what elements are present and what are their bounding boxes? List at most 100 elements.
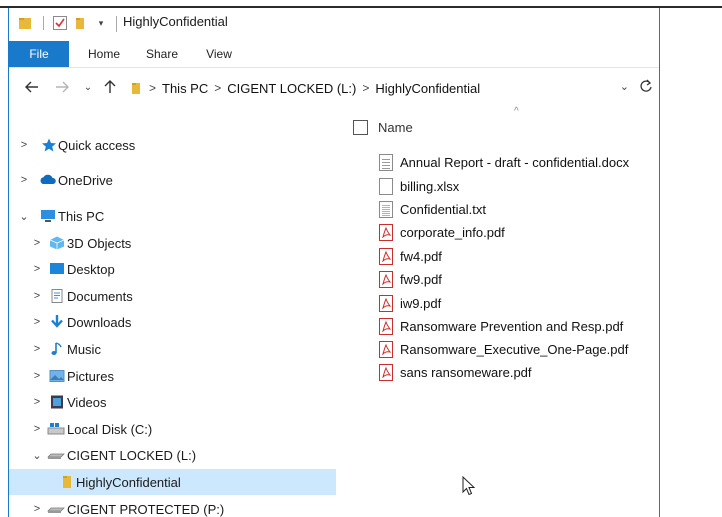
download-icon [49, 315, 65, 329]
address-bar[interactable]: > This PC > CIGENT LOCKED (L:) > HighlyC… [129, 76, 657, 100]
refresh-icon[interactable] [639, 78, 653, 97]
file-name: Confidential.txt [400, 201, 486, 217]
tab-file[interactable]: File [9, 41, 69, 67]
chevron-right-icon[interactable]: > [31, 290, 43, 302]
file-name: iw9.pdf [400, 295, 442, 311]
file-row[interactable]: Annual Report - draft - confidential.doc… [379, 151, 629, 173]
file-row[interactable]: billing.xlsx [379, 175, 459, 197]
pdf-file-icon [379, 270, 393, 288]
star-icon [41, 138, 57, 152]
pdf-file-icon [379, 340, 393, 358]
sidebar-item-label: Videos [67, 394, 107, 410]
properties-checkmark-icon[interactable] [53, 15, 67, 31]
breadcrumb-this-pc[interactable]: This PC [162, 81, 208, 96]
tab-view[interactable]: View [197, 41, 241, 67]
chevron-down-icon[interactable]: ⌄ [31, 449, 43, 462]
sidebar-item-label: Quick access [58, 137, 136, 153]
recent-dropdown-icon[interactable]: ⌄ [81, 77, 95, 97]
file-row[interactable]: corporate_info.pdf [379, 221, 505, 243]
window-title: HighlyConfidential [123, 14, 228, 29]
sidebar-item-cigent-protected[interactable]: > CIGENT PROTECTED (P:) [9, 496, 336, 517]
sidebar-item-downloads[interactable]: > Downloads [9, 309, 336, 335]
chevron-right-icon[interactable]: > [31, 503, 43, 515]
chevron-right-icon[interactable]: > [31, 423, 43, 435]
chevron-right-icon: > [214, 81, 222, 95]
file-row[interactable]: fw9.pdf [379, 268, 442, 290]
file-name: Ransomware Prevention and Resp.pdf [400, 318, 624, 334]
desktop-icon [49, 262, 65, 276]
chevron-right-icon[interactable]: > [31, 343, 43, 355]
chevron-right-icon[interactable]: > [18, 174, 30, 186]
chevron-down-icon[interactable]: ⌄ [18, 210, 30, 223]
file-name: fw4.pdf [400, 248, 442, 264]
sidebar-item-local-disk[interactable]: > Local Disk (C:) [9, 416, 336, 442]
sidebar-item-desktop[interactable]: > Desktop [9, 256, 336, 282]
sidebar-item-highlyconfidential[interactable]: HighlyConfidential [9, 469, 336, 495]
sidebar-item-this-pc[interactable]: ⌄ This PC [9, 203, 336, 229]
file-row[interactable]: fw4.pdf [379, 245, 442, 267]
chevron-right-icon[interactable]: > [31, 263, 43, 275]
sort-ascending-icon: ^ [514, 106, 519, 117]
forward-arrow-icon[interactable] [53, 77, 71, 97]
video-icon [49, 395, 65, 409]
music-note-icon [49, 342, 65, 356]
file-list: ^ Name Annual Report - draft - confident… [339, 104, 659, 517]
pdf-file-icon [379, 317, 393, 335]
new-folder-icon[interactable] [73, 15, 87, 31]
folder-icon [59, 475, 75, 489]
breadcrumb-folder[interactable]: HighlyConfidential [375, 81, 480, 96]
computer-icon [39, 209, 55, 223]
mouse-cursor-icon [462, 475, 476, 501]
file-row[interactable]: Ransomware_Executive_One-Page.pdf [379, 338, 628, 360]
sidebar-item-label: Desktop [67, 261, 115, 277]
chevron-right-icon[interactable]: > [18, 139, 30, 151]
sidebar-item-label: CIGENT PROTECTED (P:) [67, 501, 225, 517]
tab-home[interactable]: Home [81, 41, 127, 67]
file-explorer-window: ▾ HighlyConfidential File Home Share Vie… [8, 8, 660, 517]
sidebar-item-label: Local Disk (C:) [67, 421, 153, 437]
tab-share[interactable]: Share [139, 41, 185, 67]
sidebar-item-cigent-locked[interactable]: ⌄ CIGENT LOCKED (L:) [9, 442, 336, 468]
sidebar-item-3d-objects[interactable]: > 3D Objects [9, 230, 336, 256]
navigation-pane: > Quick access > OneDrive ⌄ This PC > 3D… [9, 116, 336, 517]
folder-icon [18, 15, 32, 31]
sidebar-item-label: This PC [58, 208, 105, 224]
customize-dropdown-icon[interactable]: ▾ [95, 15, 107, 31]
sidebar-item-quick-access[interactable]: > Quick access [9, 132, 336, 158]
chevron-right-icon[interactable]: > [31, 316, 43, 328]
sidebar-item-pictures[interactable]: > Pictures [9, 363, 336, 389]
title-divider [116, 16, 117, 32]
blank-file-icon [379, 177, 393, 195]
file-name: Annual Report - draft - confidential.doc… [400, 154, 630, 170]
file-row[interactable]: Confidential.txt [379, 198, 486, 220]
file-row[interactable]: Ransomware Prevention and Resp.pdf [379, 315, 623, 337]
up-arrow-icon[interactable] [101, 77, 119, 97]
sidebar-item-videos[interactable]: > Videos [9, 389, 336, 415]
back-arrow-icon[interactable] [23, 77, 41, 97]
document-file-icon [379, 153, 393, 171]
chevron-right-icon[interactable]: > [31, 237, 43, 249]
sidebar-item-label: CIGENT LOCKED (L:) [67, 447, 197, 463]
column-header-name[interactable]: Name [378, 120, 413, 135]
sidebar-item-label: Documents [67, 288, 133, 304]
sidebar-item-onedrive[interactable]: > OneDrive [9, 167, 336, 193]
sidebar-item-music[interactable]: > Music [9, 336, 336, 362]
chevron-right-icon[interactable]: > [31, 396, 43, 408]
sidebar-item-label: OneDrive [58, 172, 113, 188]
select-all-checkbox[interactable] [353, 120, 368, 135]
chevron-right-icon[interactable]: > [31, 370, 43, 382]
drive-icon [47, 502, 65, 516]
file-row[interactable]: sans ransomeware.pdf [379, 361, 532, 383]
documents-icon [49, 289, 65, 303]
drive-icon [47, 422, 65, 436]
file-row[interactable]: iw9.pdf [379, 292, 441, 314]
pdf-file-icon [379, 247, 393, 265]
chevron-right-icon: > [149, 81, 157, 95]
file-name: corporate_info.pdf [400, 224, 505, 240]
sidebar-item-documents[interactable]: > Documents [9, 283, 336, 309]
file-name: fw9.pdf [400, 271, 442, 287]
breadcrumb-drive[interactable]: CIGENT LOCKED (L:) [227, 81, 356, 96]
address-dropdown-icon[interactable]: ⌄ [620, 80, 629, 93]
pdf-file-icon [379, 294, 393, 312]
ribbon-tabs: File Home Share View [9, 41, 659, 68]
